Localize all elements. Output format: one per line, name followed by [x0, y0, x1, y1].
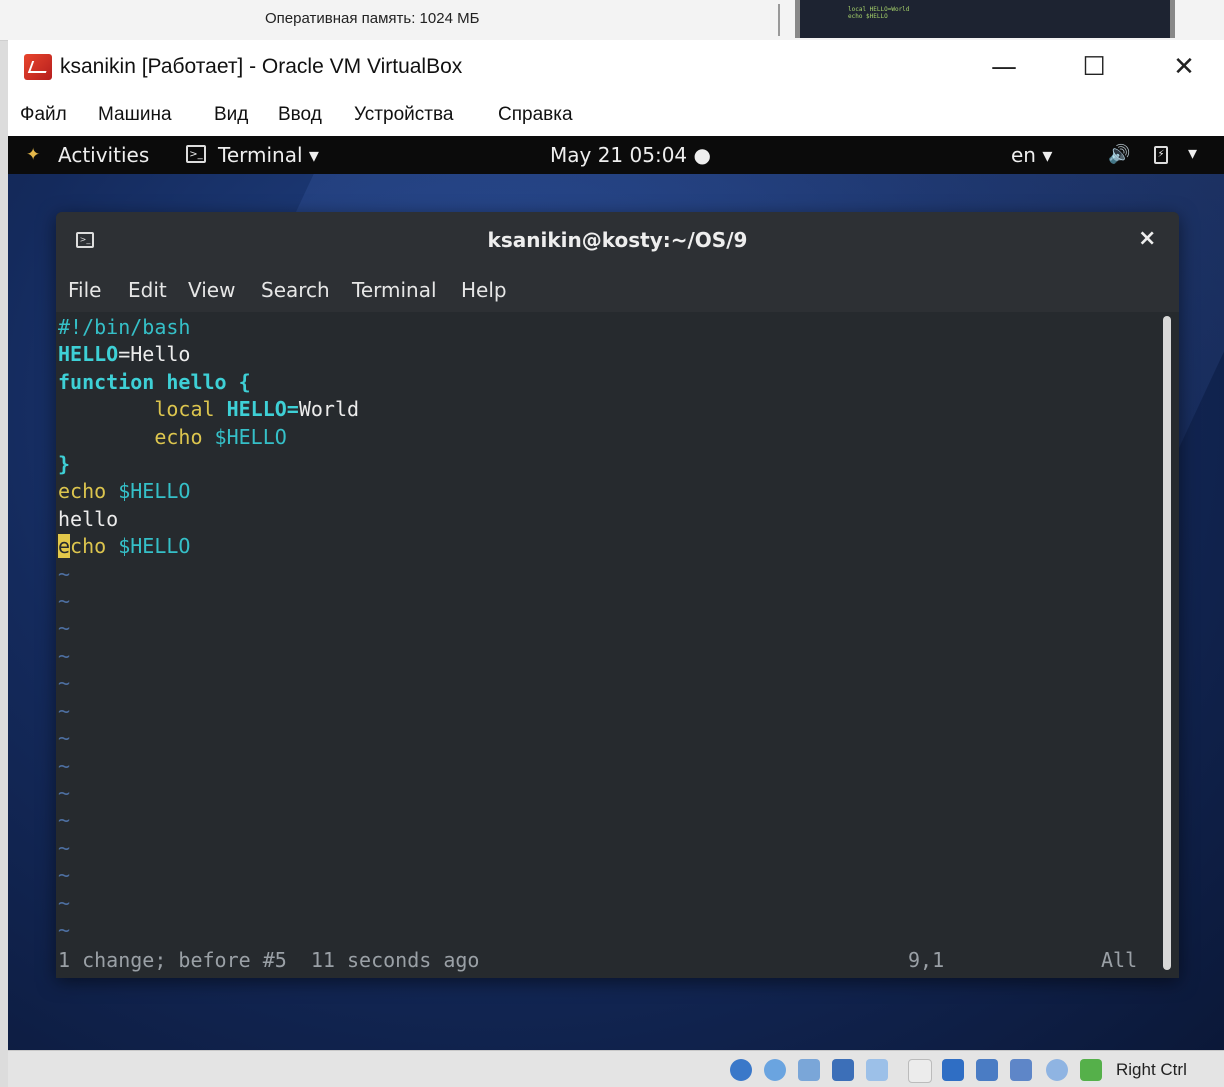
terminal-menubar: File Edit View Search Terminal Help [56, 268, 1179, 312]
vbox-window-title: ksanikin [Работает] - Oracle VM VirtualB… [60, 55, 463, 78]
host-ram-info: Оперативная память: 1024 МБ [265, 10, 480, 27]
term-menu-view[interactable]: View [188, 278, 235, 302]
code-line: #!/bin/bash [58, 315, 191, 339]
code-token: echo [58, 479, 119, 504]
vbox-status-bar: Right Ctrl [8, 1050, 1224, 1087]
host-preview-thumbnail: local HELLO=World echo $HELLO [795, 0, 1175, 38]
code-token: =Hello [118, 342, 191, 367]
terminal-close-button[interactable]: × [1138, 226, 1156, 251]
code-token: HELLO= [226, 397, 299, 422]
menu-machine[interactable]: Машина [98, 104, 172, 126]
host-divider [778, 4, 780, 36]
menu-file[interactable]: Файл [20, 104, 67, 126]
usb-icon[interactable] [866, 1059, 888, 1081]
menu-help[interactable]: Справка [498, 104, 573, 126]
empty-line-marker: ~ [58, 780, 71, 805]
term-menu-help[interactable]: Help [461, 278, 507, 302]
vim-scroll-position: All [1101, 948, 1138, 972]
vim-status-message: 1 change; before #5 11 seconds ago [58, 948, 480, 972]
minimize-button[interactable]: — [974, 48, 1034, 86]
empty-line-marker: ~ [58, 863, 71, 888]
vim-buffer[interactable]: #!/bin/bash HELLO=Hello function hello {… [58, 314, 359, 944]
term-menu-edit[interactable]: Edit [128, 278, 167, 302]
guest-screen[interactable]: ✦ Activities >_ Terminal ▾ May 21 05:04 … [8, 136, 1224, 1050]
code-token: $HELLO [118, 479, 191, 504]
vim-cursor-position: 9,1 [908, 948, 945, 972]
app-menu-terminal[interactable]: Terminal ▾ [218, 143, 319, 167]
close-button[interactable]: ✕ [1154, 48, 1214, 86]
code-line: hello [58, 506, 119, 531]
terminal-title: ksanikin@kosty:~/OS/9 [487, 228, 748, 252]
code-token: cho [70, 534, 119, 559]
menu-devices[interactable]: Устройства [354, 104, 453, 126]
volume-icon[interactable]: 🔊 [1108, 144, 1130, 165]
virtualbox-window: ksanikin [Работает] - Oracle VM VirtualB… [8, 40, 1224, 1087]
vbox-titlebar: ksanikin [Работает] - Oracle VM VirtualB… [8, 40, 1224, 96]
gnome-top-bar: ✦ Activities >_ Terminal ▾ May 21 05:04 … [8, 136, 1224, 174]
empty-line-marker: ~ [58, 589, 71, 614]
host-key-label: Right Ctrl [1116, 1060, 1187, 1079]
empty-line-marker: ~ [58, 753, 71, 778]
terminal-body[interactable]: #!/bin/bash HELLO=Hello function hello {… [56, 312, 1179, 978]
audio-icon[interactable] [798, 1059, 820, 1081]
cpu-icon[interactable] [1010, 1059, 1032, 1081]
hard-disk-icon[interactable] [730, 1059, 752, 1081]
empty-line-marker: ~ [58, 890, 71, 915]
empty-line-marker: ~ [58, 808, 71, 833]
maximize-button[interactable]: ☐ [1064, 48, 1124, 86]
code-token: echo [154, 424, 215, 449]
terminal-window: >_ ksanikin@kosty:~/OS/9 × File Edit Vie… [56, 212, 1179, 978]
empty-line-marker: ~ [58, 698, 71, 723]
vbox-menubar: Файл Машина Вид Ввод Устройства Справка [8, 100, 1224, 134]
optical-drive-icon[interactable] [764, 1059, 786, 1081]
menu-view[interactable]: Вид [214, 104, 248, 126]
shared-folders-icon[interactable] [908, 1059, 932, 1083]
terminal-headerbar: >_ ksanikin@kosty:~/OS/9 × [56, 212, 1179, 269]
menu-input[interactable]: Ввод [278, 104, 322, 126]
virtualbox-logo-icon [24, 54, 52, 80]
empty-line-marker: ~ [58, 835, 71, 860]
term-menu-file[interactable]: File [68, 278, 101, 302]
terminal-app-icon: >_ [186, 145, 206, 163]
empty-line-marker: ~ [58, 917, 71, 942]
empty-line-marker: ~ [58, 671, 71, 696]
code-line: } [58, 452, 71, 477]
text-cursor: e [58, 534, 71, 559]
network-icon[interactable] [832, 1059, 854, 1081]
display-icon[interactable] [942, 1059, 964, 1081]
empty-line-marker: ~ [58, 726, 71, 751]
language-selector[interactable]: en ▾ [1011, 143, 1052, 167]
code-token: local [154, 397, 227, 422]
empty-line-marker: ~ [58, 616, 71, 641]
video-capture-icon[interactable] [976, 1059, 998, 1081]
clock[interactable]: May 21 05:04 ● [550, 143, 711, 167]
activities-button[interactable]: Activities [58, 143, 149, 167]
term-menu-search[interactable]: Search [261, 278, 330, 302]
host-thumb-line: echo $HELLO [848, 13, 888, 20]
code-line: function hello { [58, 369, 251, 394]
host-thumb-line: local HELLO=World [848, 6, 910, 13]
power-icon[interactable]: ⚡ [1154, 146, 1168, 164]
term-menu-terminal[interactable]: Terminal [352, 278, 437, 302]
code-token: HELLO [58, 342, 119, 367]
mouse-integration-icon[interactable] [1046, 1059, 1068, 1081]
code-token: World [298, 397, 360, 422]
terminal-scrollbar[interactable] [1163, 316, 1171, 970]
empty-line-marker: ~ [58, 643, 71, 668]
host-background-strip: Оперативная память: 1024 МБ local HELLO=… [0, 0, 1224, 41]
code-token: $HELLO [214, 424, 287, 449]
code-token: $HELLO [118, 534, 191, 559]
activities-icon: ✦ [26, 145, 41, 165]
system-menu-chevron-icon[interactable]: ▾ [1188, 143, 1197, 164]
empty-line-marker: ~ [58, 561, 71, 586]
host-key-arrow-icon[interactable] [1080, 1059, 1102, 1081]
